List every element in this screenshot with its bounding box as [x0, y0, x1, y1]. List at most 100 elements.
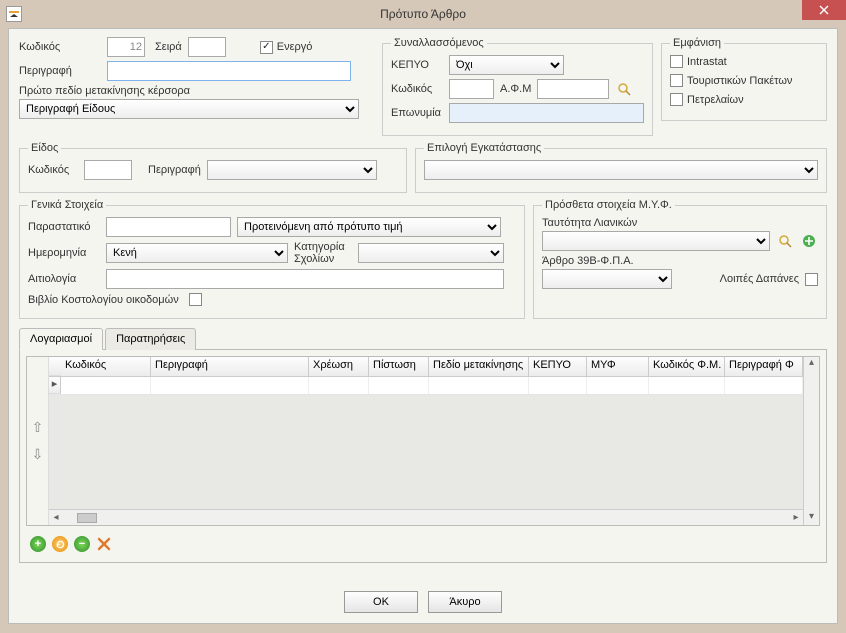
intrastat-label: Intrastat [687, 56, 727, 68]
scroll-left-icon[interactable]: ◂ [49, 512, 63, 523]
other-exp-checkbox[interactable] [805, 273, 818, 286]
refresh-icon[interactable] [52, 536, 68, 552]
row-down-icon[interactable]: ⇩ [32, 446, 44, 463]
code-label: Κωδικός [19, 41, 101, 53]
desc-input[interactable] [107, 61, 351, 81]
dialog-body: Κωδικός Σειρά Ενεργό Περιγραφή Πρώτο πεδ… [8, 28, 838, 624]
search-icon[interactable] [615, 80, 633, 98]
doc-label: Παραστατικό [28, 221, 100, 233]
kepyo-select[interactable]: Όχι [449, 55, 564, 75]
scroll-thumb[interactable] [77, 513, 97, 523]
retail-label: Ταυτότητα Λιανικών [542, 217, 637, 229]
grid-panel: ⇧ ⇩ Κωδικός Περιγραφή Χρέωση Πίστωση Πεδ… [19, 349, 827, 563]
myf-fieldset: Πρόσθετα στοιχεία Μ.Υ.Φ. Ταυτότητα Λιανι… [533, 199, 827, 319]
col-fmcode[interactable]: Κωδικός Φ.Μ. [649, 357, 725, 376]
kind-legend: Είδος [28, 142, 61, 154]
row-up-icon[interactable]: ⇧ [32, 419, 44, 436]
kind-desc-select[interactable] [207, 160, 377, 180]
ok-button[interactable]: OK [344, 591, 418, 613]
partner-code-input[interactable] [449, 79, 494, 99]
col-debit[interactable]: Χρέωση [309, 357, 369, 376]
scroll-right-icon[interactable]: ▸ [789, 512, 803, 523]
date-label: Ημερομηνία [28, 247, 100, 259]
afm-label: Α.Φ.Μ [500, 83, 531, 95]
remove-row-icon[interactable]: − [74, 536, 90, 552]
grid-h-scrollbar[interactable]: ◂ ▸ [49, 509, 803, 525]
tabs: Λογαριασμοί Παρατηρήσεις [19, 327, 827, 350]
partner-fieldset: Συναλλασσόμενος ΚΕΠΥΟ Όχι Κωδικός Α.Φ.Μ … [382, 37, 653, 136]
window-title: Πρότυπο Άρθρο [380, 7, 466, 21]
series-label: Σειρά [155, 41, 182, 53]
grid-v-scrollbar[interactable]: ▴ ▾ [803, 357, 819, 525]
series-input[interactable] [188, 37, 226, 57]
tour-checkbox[interactable] [670, 74, 683, 87]
install-fieldset: Επιλογή Εγκατάστασης [415, 142, 827, 193]
display-legend: Εμφάνιση [670, 37, 724, 49]
table-row: ▸ [49, 377, 803, 395]
grid-header: Κωδικός Περιγραφή Χρέωση Πίστωση Πεδίο μ… [49, 357, 803, 377]
delete-icon[interactable] [96, 536, 112, 552]
grid: ⇧ ⇩ Κωδικός Περιγραφή Χρέωση Πίστωση Πεδ… [26, 356, 820, 526]
afm-input[interactable] [537, 79, 609, 99]
justif-label: Αιτιολογία [28, 273, 100, 285]
cursor-field-label: Πρώτο πεδίο μετακίνησης κέρσορα [19, 85, 190, 97]
active-label: Ενεργό [277, 41, 313, 53]
building-checkbox[interactable] [189, 293, 202, 306]
add-row-icon[interactable]: + [30, 536, 46, 552]
partner-code-label: Κωδικός [391, 83, 443, 95]
building-label: Βιβλίο Κοστολογίου οικοδομών [28, 294, 179, 306]
retail-search-icon[interactable] [776, 232, 794, 250]
article-label: Άρθρο 39Β-Φ.Π.Α. [542, 255, 634, 267]
scroll-down-icon[interactable]: ▾ [804, 511, 819, 525]
col-fmdesc[interactable]: Περιγραφή Φ [725, 357, 803, 376]
petrol-label: Πετρελαίων [687, 94, 744, 106]
tab-accounts[interactable]: Λογαριασμοί [19, 328, 103, 350]
comment-cat-select[interactable] [358, 243, 504, 263]
article-select[interactable] [542, 269, 672, 289]
code-input[interactable] [107, 37, 145, 57]
titlebar: Πρότυπο Άρθρο [0, 0, 846, 28]
retail-add-icon[interactable] [800, 232, 818, 250]
price-select[interactable]: Προτεινόμενη από πρότυπο τιμή [237, 217, 501, 237]
col-credit[interactable]: Πίστωση [369, 357, 429, 376]
general-legend: Γενικά Στοιχεία [28, 199, 106, 211]
kind-desc-label: Περιγραφή [148, 164, 201, 176]
install-select[interactable] [424, 160, 818, 180]
close-button[interactable] [802, 0, 846, 20]
tab-notes[interactable]: Παρατηρήσεις [105, 328, 196, 350]
tour-label: Τουριστικών Πακέτων [687, 75, 792, 87]
col-code[interactable]: Κωδικός [61, 357, 151, 376]
justif-input[interactable] [106, 269, 504, 289]
scroll-up-icon[interactable]: ▴ [804, 357, 819, 371]
install-legend: Επιλογή Εγκατάστασης [424, 142, 544, 154]
partner-legend: Συναλλασσόμενος [391, 37, 487, 49]
general-fieldset: Γενικά Στοιχεία Παραστατικό Προτεινόμενη… [19, 199, 525, 319]
kind-fieldset: Είδος Κωδικός Περιγραφή [19, 142, 407, 193]
col-move[interactable]: Πεδίο μετακίνησης [429, 357, 529, 376]
display-fieldset: Εμφάνιση Intrastat Τουριστικών Πακέτων Π… [661, 37, 827, 121]
grid-reorder-arrows: ⇧ ⇩ [27, 357, 49, 525]
active-checkbox[interactable] [260, 41, 273, 54]
intrastat-checkbox[interactable] [670, 55, 683, 68]
col-myf[interactable]: ΜΥΦ [587, 357, 649, 376]
myf-legend: Πρόσθετα στοιχεία Μ.Υ.Φ. [542, 199, 675, 211]
kepyo-label: ΚΕΠΥΟ [391, 59, 443, 71]
app-icon [6, 6, 22, 22]
col-desc[interactable]: Περιγραφή [151, 357, 309, 376]
col-kepyo[interactable]: ΚΕΠΥΟ [529, 357, 587, 376]
date-select[interactable]: Κενή [106, 243, 288, 263]
kind-code-input[interactable] [84, 160, 132, 180]
kind-code-label: Κωδικός [28, 164, 78, 176]
grid-actions: + − [26, 532, 820, 556]
cursor-field-select[interactable]: Περιγραφή Είδους [19, 99, 359, 119]
other-exp-label: Λοιπές Δαπάνες [720, 273, 799, 285]
retail-select[interactable] [542, 231, 770, 251]
petrol-checkbox[interactable] [670, 93, 683, 106]
cancel-button[interactable]: Άκυρο [428, 591, 502, 613]
doc-input[interactable] [106, 217, 231, 237]
partner-name-input[interactable] [449, 103, 644, 123]
row-pointer-icon: ▸ [49, 377, 61, 394]
desc-label: Περιγραφή [19, 65, 101, 77]
grid-body[interactable]: ▸ [49, 377, 803, 509]
partner-name-label: Επωνυμία [391, 107, 443, 119]
